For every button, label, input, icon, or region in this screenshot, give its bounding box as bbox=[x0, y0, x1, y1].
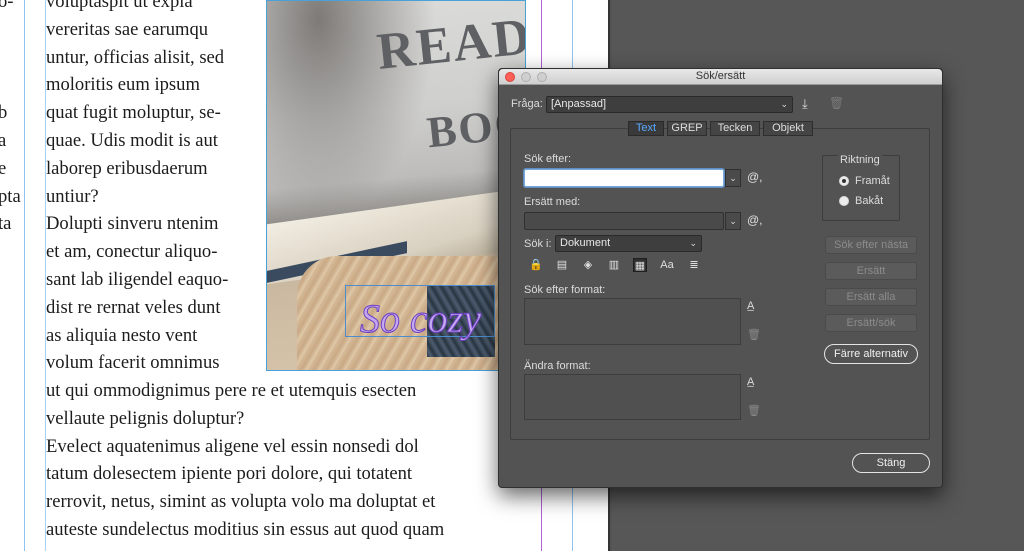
forward-label[interactable]: Framåt bbox=[855, 175, 890, 187]
change-to-input[interactable] bbox=[524, 212, 724, 230]
text-line: b bbox=[0, 99, 7, 127]
find-change-dialog: Sök/ersätt Fråga: [Anpassad] ⌄ ⤓ 🗑 Text … bbox=[498, 68, 943, 488]
text-line: a bbox=[0, 127, 6, 155]
footnotes-icon[interactable]: ▦ bbox=[633, 258, 647, 272]
query-value: [Anpassad] bbox=[551, 98, 607, 110]
text-line: vereritas sae earumqu bbox=[46, 18, 209, 40]
query-label: Fråga: bbox=[511, 98, 543, 110]
text-line: Dolupti sinveru ntenim bbox=[46, 213, 219, 235]
find-what-input[interactable] bbox=[524, 169, 724, 187]
search-in-label: Sök i: bbox=[524, 238, 552, 250]
find-what-label: Sök efter: bbox=[524, 153, 572, 165]
backward-label[interactable]: Bakåt bbox=[855, 195, 883, 207]
text-line: as aliquia nesto vent bbox=[46, 324, 198, 346]
text-line: ut qui ommodignimus pere re et utemquis … bbox=[46, 380, 417, 401]
dialog-titlebar[interactable]: Sök/ersätt bbox=[499, 69, 942, 85]
hidden-layers-icon[interactable]: ◈ bbox=[581, 258, 595, 272]
dialog-title: Sök/ersätt bbox=[695, 70, 746, 82]
text-line: pta bbox=[0, 185, 21, 207]
text-line: untiur? bbox=[46, 185, 99, 207]
text-line: o- bbox=[0, 0, 14, 12]
specify-find-format-icon[interactable]: A̲ bbox=[747, 300, 754, 312]
backward-radio[interactable] bbox=[839, 196, 849, 206]
find-format-label: Sök efter format: bbox=[524, 284, 606, 296]
query-select[interactable]: [Anpassad] ⌄ bbox=[546, 96, 793, 113]
text-line: sant lab iligendel eaquo- bbox=[46, 269, 229, 290]
text-line: quae. Udis modit is aut bbox=[46, 130, 218, 151]
master-pages-icon[interactable]: ▥ bbox=[607, 258, 621, 272]
whole-word-icon[interactable]: ≣ bbox=[687, 258, 701, 272]
clear-find-format-icon[interactable]: 🗑 bbox=[747, 328, 761, 341]
locked-layers-icon[interactable]: 🔒 bbox=[529, 258, 543, 272]
text-line: rerrovit, netus, simint as volupta volo … bbox=[46, 491, 436, 513]
tab-tecken[interactable]: Tecken bbox=[710, 121, 760, 136]
text-line: dist re rernat veles dunt bbox=[46, 296, 221, 318]
chevron-down-icon: ⌄ bbox=[729, 216, 737, 226]
tab-grep[interactable]: GREP bbox=[667, 121, 707, 136]
case-sensitive-icon[interactable]: Aa bbox=[660, 258, 674, 272]
chevron-down-icon: ⌄ bbox=[729, 173, 737, 183]
margin-guide-left bbox=[24, 0, 25, 551]
text-line: quat fugit moluptur, se- bbox=[46, 102, 221, 124]
special-characters-icon[interactable]: @, bbox=[747, 213, 763, 227]
change-to-label: Ersätt med: bbox=[524, 196, 581, 208]
text-line: untur, officias alisit, sed bbox=[46, 46, 225, 68]
download-icon[interactable]: ⤓ bbox=[802, 96, 808, 112]
text-line: tatum dolesectem ipiente pori dolore, qu… bbox=[46, 463, 413, 485]
text-line: laborep eribusdaerum bbox=[46, 157, 208, 179]
text-line: ta bbox=[0, 213, 12, 235]
search-in-select[interactable]: Dokument ⌄ bbox=[555, 235, 702, 252]
tab-text[interactable]: Text bbox=[628, 121, 664, 136]
text-line: et am, conectur aliquo- bbox=[46, 241, 218, 263]
chevron-down-icon: ⌄ bbox=[780, 99, 788, 109]
special-characters-icon[interactable]: @, bbox=[747, 170, 763, 184]
find-format-box[interactable] bbox=[524, 298, 741, 345]
text-line: voluptaspit ut expla bbox=[46, 0, 193, 12]
text-line: vellaute pelignis doluptur? bbox=[46, 407, 245, 429]
text-line: moloritis eum ipsum bbox=[46, 74, 200, 96]
text-line: volum facerit omnimus bbox=[46, 352, 220, 374]
text-line: auteste sundelectus moditius sin essus a… bbox=[46, 519, 445, 540]
change-all-button[interactable]: Ersätt alla bbox=[825, 288, 917, 306]
change-to-dropdown[interactable]: ⌄ bbox=[725, 212, 741, 230]
close-button[interactable]: Stäng bbox=[852, 453, 930, 473]
forward-radio[interactable] bbox=[839, 176, 849, 186]
clear-change-format-icon[interactable]: 🗑 bbox=[747, 404, 761, 417]
change-format-label: Ändra format: bbox=[524, 360, 591, 372]
locked-stories-icon[interactable]: ▤ bbox=[555, 258, 569, 272]
find-next-button[interactable]: Sök efter nästa bbox=[825, 236, 917, 254]
change-format-box[interactable] bbox=[524, 374, 741, 420]
find-what-dropdown[interactable]: ⌄ bbox=[725, 169, 741, 187]
change-button[interactable]: Ersätt bbox=[825, 262, 917, 280]
change-find-button[interactable]: Ersätt/sök bbox=[825, 314, 917, 332]
search-in-value: Dokument bbox=[560, 237, 611, 249]
fewer-options-button[interactable]: Färre alternativ bbox=[824, 344, 918, 364]
tab-objekt[interactable]: Objekt bbox=[763, 121, 813, 136]
specify-change-format-icon[interactable]: A̲ bbox=[747, 376, 754, 388]
chevron-down-icon: ⌄ bbox=[689, 238, 697, 248]
direction-label: Riktning bbox=[838, 154, 882, 166]
trash-icon[interactable]: 🗑 bbox=[829, 96, 844, 110]
text-line: e bbox=[0, 155, 6, 183]
text-line: Evelect aquatenimus aligene vel essin no… bbox=[46, 435, 419, 457]
so-cozy-headline[interactable]: So cozy bbox=[359, 297, 481, 340]
